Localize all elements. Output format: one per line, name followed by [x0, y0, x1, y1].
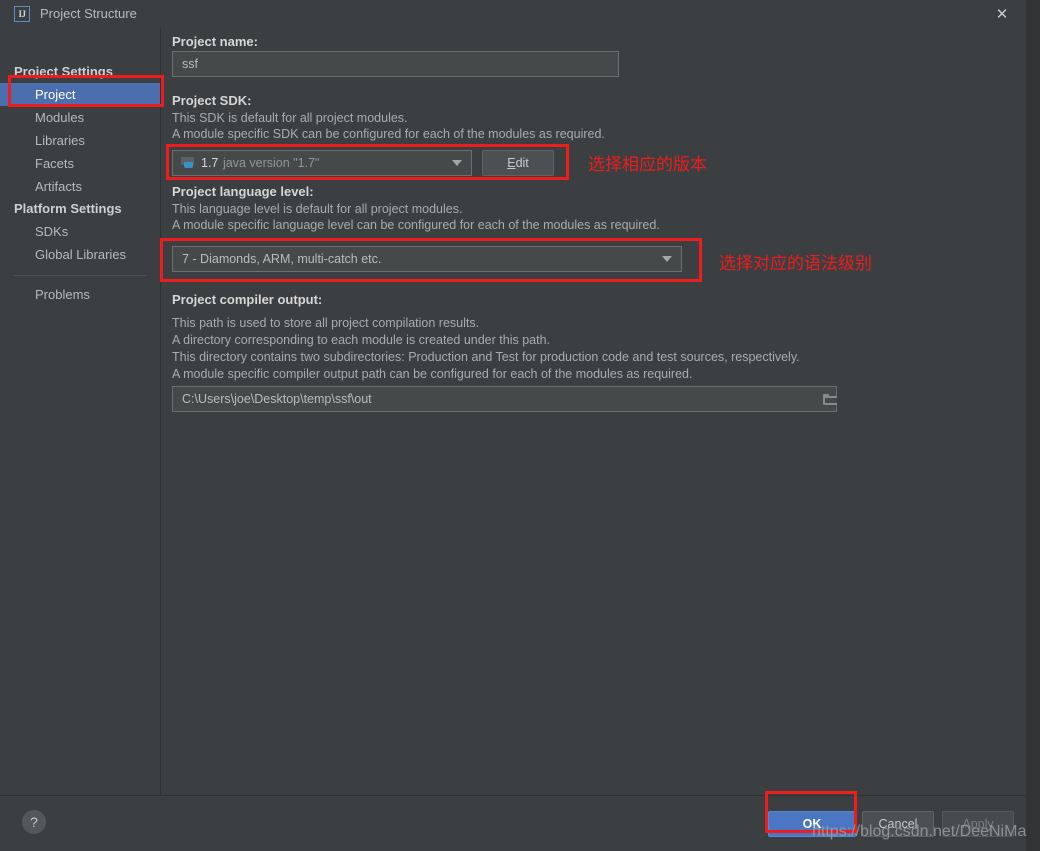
chevron-down-icon — [662, 256, 672, 262]
project-sdk-desc-1: This SDK is default for all project modu… — [172, 111, 408, 125]
annotation-language-note: 选择对应的语法级别 — [719, 254, 872, 274]
project-sdk-label: Project SDK: — [172, 93, 252, 108]
sidebar-item-libraries[interactable]: Libraries — [0, 129, 160, 152]
java-sdk-icon — [181, 156, 196, 170]
compiler-output-desc-3: This directory contains two subdirectori… — [172, 350, 800, 364]
sidebar-item-sdks[interactable]: SDKs — [0, 220, 160, 243]
compiler-output-input[interactable]: C:\Users\joe\Desktop\temp\ssf\out — [172, 386, 837, 412]
language-level-desc-2: A module specific language level can be … — [172, 218, 660, 232]
project-settings-panel: Project name: ssf Project SDK: This SDK … — [162, 28, 1026, 795]
sidebar-item-artifacts[interactable]: Artifacts — [0, 175, 160, 198]
sidebar-item-facets[interactable]: Facets — [0, 152, 160, 175]
watermark-text: https://blog.csdn.net/DeeNiMa — [812, 823, 1027, 840]
page-background-gutter — [1026, 0, 1040, 851]
sidebar-item-global-libraries[interactable]: Global Libraries — [0, 243, 160, 266]
sidebar-group-platform-settings: Platform Settings — [14, 201, 122, 216]
title-bar: IJ Project Structure ✕ — [0, 0, 1026, 28]
language-level-desc-1: This language level is default for all p… — [172, 202, 463, 216]
annotation-sdk-note: 选择相应的版本 — [588, 155, 707, 175]
compiler-output-desc-4: A module specific compiler output path c… — [172, 367, 693, 381]
sidebar-item-problems[interactable]: Problems — [0, 283, 160, 306]
folder-icon[interactable] — [823, 394, 837, 405]
project-name-label: Project name: — [172, 34, 258, 49]
compiler-output-label: Project compiler output: — [172, 292, 323, 307]
project-sdk-desc-2: A module specific SDK can be configured … — [172, 127, 605, 141]
intellij-app-icon: IJ — [14, 6, 30, 22]
project-name-input[interactable]: ssf — [172, 51, 619, 77]
language-level-value: 7 - Diamonds, ARM, multi-catch etc. — [182, 252, 382, 266]
edit-sdk-rest: dit — [515, 156, 529, 170]
compiler-output-desc-2: A directory corresponding to each module… — [172, 333, 550, 347]
compiler-output-desc-1: This path is used to store all project c… — [172, 316, 480, 330]
edit-sdk-mnemonic: E — [507, 156, 516, 170]
project-sdk-dropdown[interactable]: 1.7 java version "1.7" — [172, 150, 472, 176]
language-level-dropdown[interactable]: 7 - Diamonds, ARM, multi-catch etc. — [172, 246, 682, 272]
project-sdk-version: 1.7 — [201, 156, 219, 170]
sidebar-item-modules[interactable]: Modules — [0, 106, 160, 129]
close-icon[interactable]: ✕ — [990, 5, 1014, 25]
sidebar-divider — [14, 275, 146, 276]
project-structure-dialog: IJ Project Structure ✕ ← → Project Setti… — [0, 0, 1026, 851]
settings-sidebar: Project Settings Project Modules Librari… — [0, 28, 161, 795]
sidebar-item-project[interactable]: Project — [0, 83, 160, 106]
sidebar-group-project-settings: Project Settings — [14, 64, 113, 79]
edit-sdk-button[interactable]: Edit — [482, 150, 554, 176]
project-sdk-detail: java version "1.7" — [223, 156, 320, 170]
language-level-label: Project language level: — [172, 184, 314, 199]
help-button[interactable]: ? — [22, 810, 46, 834]
sidebar-list: Project Settings Project Modules Librari… — [0, 61, 160, 306]
window-title: Project Structure — [40, 6, 137, 21]
chevron-down-icon — [452, 160, 462, 166]
